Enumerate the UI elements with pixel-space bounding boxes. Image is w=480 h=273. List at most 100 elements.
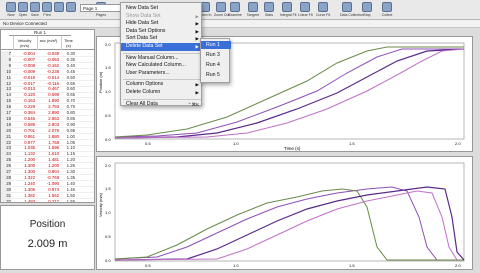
toolbar-button-label: Integral Fit <box>280 13 297 17</box>
linear-fit-icon <box>300 2 310 12</box>
graph1-xtick-0: 0.5 <box>145 141 151 146</box>
submenu-arrow-icon: ▶ <box>195 13 199 19</box>
menu-item-clear-all-data[interactable]: Clear All Data ⌃⌘K <box>121 101 203 109</box>
table-cell-v: 1.493 <box>24 198 35 203</box>
open-folder-icon <box>18 2 28 12</box>
zoom-out-icon <box>216 2 226 12</box>
stop-icon <box>362 2 372 12</box>
menu-separator <box>123 98 201 100</box>
data-table: Run 1 Velocity (m/s) acc (m/s²) Time (s)… <box>0 29 95 203</box>
graph2-ytick-2: 1.0 <box>105 210 111 215</box>
submenu-arrow-icon: ▶ <box>195 28 199 34</box>
menu-item-user-parameters[interactable]: User Parameters... <box>121 70 203 78</box>
delete-data-set-submenu: Run 1 Run 3 Run 4 Run 5 <box>200 38 231 83</box>
graph1-xlabel: Time (s) <box>284 146 301 151</box>
page-field[interactable]: Page 1 <box>80 4 122 12</box>
menu-item-label: Delete Data Set <box>126 43 163 49</box>
submenu-arrow-icon: ▶ <box>195 36 199 42</box>
menu-item-label: Column Options <box>126 81 164 88</box>
submenu-arrow-icon: ▶ <box>195 21 199 27</box>
menu-item-hide-data-set[interactable]: Hide Data Set ▶ <box>121 20 203 28</box>
menu-shortcut: ⌃⌘K <box>187 101 199 107</box>
toolbar-button-zoom-out[interactable]: Zoom Out <box>214 2 230 17</box>
menu-item-label: Delete Column <box>126 89 161 95</box>
graph2-xtick-3: 2.0 <box>455 263 461 268</box>
save-icon <box>30 2 40 12</box>
toolbar-button-label: Examine <box>228 13 242 17</box>
toolbar-button-collect[interactable]: Collect <box>380 2 394 17</box>
menu-item-delete-data-set[interactable]: Delete Data Set ▶ <box>121 43 203 51</box>
autoscale-icon <box>66 2 76 12</box>
table-header: Velocity (m/s) acc (m/s²) Time (s) <box>1 36 94 50</box>
menu-item-new-calculated-column[interactable]: New Calculated Column... <box>121 62 203 70</box>
stats-icon <box>264 2 274 12</box>
velocity-graph-svg: Velocity (m/s) 0.0 0.5 1.0 1.5 2.0 0.5 1… <box>98 162 465 268</box>
new-file-icon <box>6 2 16 12</box>
crosshair-icon <box>230 2 240 12</box>
toolbar-button-label: Collect <box>381 13 393 17</box>
menu-item-label: New Manual Column... <box>126 54 179 61</box>
toolbar-button-stats[interactable]: Stats <box>262 2 276 17</box>
menu-item-label: Data Set Options <box>126 27 166 34</box>
meter-title: Position <box>29 219 66 230</box>
menu-item-show-data-set[interactable]: Show Data Set ▶ <box>121 13 203 21</box>
toolbar-button-tangent[interactable]: Tangent <box>246 2 260 17</box>
integral-icon <box>282 2 292 12</box>
graph1-ytick-4: 2.0 <box>105 42 111 47</box>
menu-item-delete-column[interactable]: Delete Column ▶ <box>121 89 203 97</box>
table-icon <box>54 2 64 12</box>
table-cell-i: 32 <box>1 198 11 202</box>
graph2-ytick-0: 0.0 <box>105 258 111 263</box>
menu-item-sort-data-set[interactable]: Sort Data Set ▶ <box>121 35 203 43</box>
graph1-ytick-0: 0.0 <box>105 137 111 142</box>
toolbar-button-5[interactable] <box>64 2 78 13</box>
curve-fit-icon <box>318 2 328 12</box>
graph1-ytick-3: 1.5 <box>105 65 111 70</box>
menu-item-label: New Calculated Column... <box>126 62 186 69</box>
tangent-icon <box>248 2 258 12</box>
graph2-ytick-4: 2.0 <box>105 163 111 168</box>
graph2-xtick-0: 0.5 <box>145 263 151 268</box>
toolbar-button-label: Linear Fit <box>298 13 313 17</box>
position-meter: Position 2.009 m <box>0 205 95 270</box>
graph1-ytick-2: 1.0 <box>105 89 111 94</box>
submenu-item-run-3[interactable]: Run 4 <box>201 61 231 69</box>
toolbar-button-label: Data Collection <box>340 13 364 17</box>
toolbar: New Open Save Print Pages Zoom In Zoom Out Exam… <box>0 0 480 20</box>
toolbar-button-curve-fit[interactable]: Curve Fit <box>316 2 330 17</box>
graph1-ytick-1: 0.5 <box>105 113 111 118</box>
toolbar-button-integral-fit[interactable]: Integral Fit <box>280 2 297 17</box>
submenu-item-run-4[interactable]: Run 5 <box>201 71 231 79</box>
toolbar-button-data-collection[interactable]: Data Collection <box>340 2 364 17</box>
graph1-xtick-2: 1.5 <box>349 141 355 146</box>
graph2-xtick-1: 1.0 <box>233 263 239 268</box>
submenu-item-run-2[interactable]: Run 3 <box>201 51 231 59</box>
toolbar-button-examine[interactable]: Examine <box>228 2 242 17</box>
submenu-item-run-1[interactable]: Run 1 <box>201 41 231 49</box>
status-bar: No Device Connected <box>0 20 480 28</box>
menu-item-new-manual-column[interactable]: New Manual Column... <box>121 55 203 63</box>
menu-item-column-options[interactable]: Column Options ▶ <box>121 81 203 89</box>
toolbar-button-label: Stop <box>363 13 371 17</box>
velocity-header[interactable]: Velocity (m/s) <box>13 36 35 50</box>
toolbar-button-linear-fit[interactable]: Linear Fit <box>298 2 313 17</box>
toolbar-button-label: Tangent <box>246 13 260 17</box>
graph2-xtick-2: 1.5 <box>349 263 355 268</box>
menu-item-new-data-set[interactable]: New Data Set <box>121 5 203 13</box>
time-header[interactable]: Time (s) <box>61 36 75 50</box>
toolbar-button-stop[interactable]: Stop <box>360 2 374 17</box>
menu-item-data-set-options[interactable]: Data Set Options ▶ <box>121 28 203 36</box>
graph2-ytick-3: 1.5 <box>105 186 111 191</box>
submenu-arrow-icon: ▶ <box>195 82 199 88</box>
velocity-graph[interactable]: Velocity (m/s) 0.0 0.5 1.0 1.5 2.0 0.5 1… <box>96 156 473 270</box>
acceleration-header[interactable]: acc (m/s²) <box>37 36 59 50</box>
collect-icon <box>382 2 392 12</box>
table-cell-t: 1.55 <box>66 198 75 203</box>
menu-item-label: Sort Data Set <box>126 35 158 42</box>
toolbar-button-label: Zoom Out <box>214 13 230 17</box>
graph2-ytick-1: 0.5 <box>105 234 111 239</box>
menu-item-label: Hide Data Set <box>126 20 159 27</box>
menu-item-label: Clear All Data <box>126 100 158 107</box>
data-menu: New Data Set Show Data Set ▶ Hide Data Set ▶… <box>120 2 203 109</box>
table-row[interactable]: 32 1.493 0.717 1.55 <box>1 198 94 203</box>
